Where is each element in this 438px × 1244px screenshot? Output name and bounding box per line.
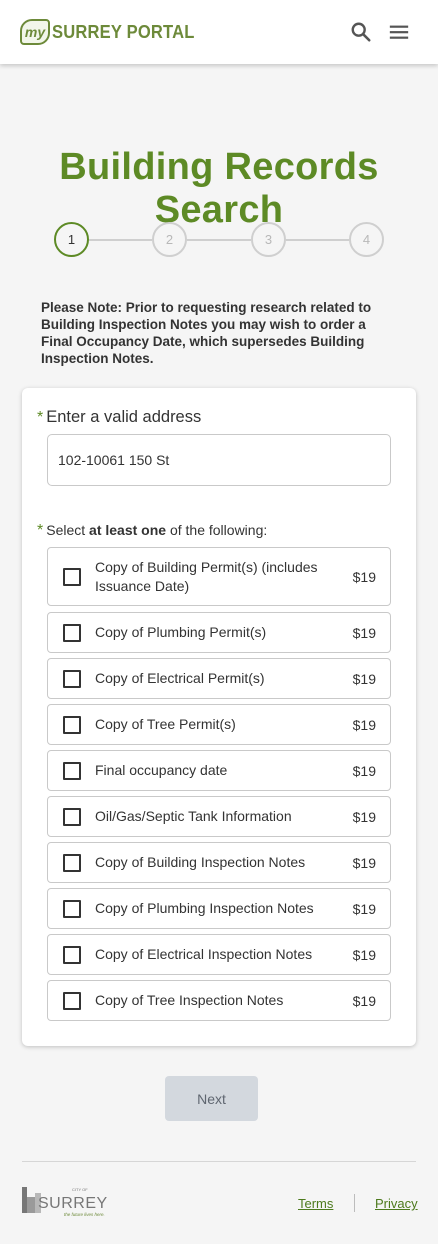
option-label: Copy of Building Inspection Notes <box>95 854 306 870</box>
option-oil-gas-septic[interactable]: Oil/Gas/Septic Tank Information $19 <box>47 796 391 837</box>
option-label: Copy of Electrical Inspection Notes <box>95 946 313 962</box>
option-label: Copy of Tree Permit(s) <box>95 716 236 732</box>
option-price: $19 <box>352 762 376 779</box>
option-building-inspection-notes[interactable]: Copy of Building Inspection Notes $19 <box>47 842 391 883</box>
next-button[interactable]: Next <box>165 1076 258 1121</box>
step-2: 2 <box>152 222 187 257</box>
option-label: Copy of Plumbing Permit(s) <box>95 624 267 640</box>
top-navigation-bar: my SURREY PORTAL <box>0 0 438 64</box>
option-label: Final occupancy date <box>95 762 228 778</box>
required-marker: * <box>37 409 44 426</box>
address-label-text: Enter a valid address <box>46 408 202 426</box>
progress-stepper: 1 2 3 4 <box>54 222 384 258</box>
checkbox[interactable] <box>63 623 81 642</box>
option-label: Copy of Plumbing Inspection Notes <box>95 900 314 916</box>
option-plumbing-inspection-notes[interactable]: Copy of Plumbing Inspection Notes $19 <box>47 888 391 929</box>
select-label-suffix: of the following: <box>166 522 268 538</box>
stepper-connector <box>89 239 152 241</box>
option-price: $19 <box>352 854 376 871</box>
option-plumbing-permits[interactable]: Copy of Plumbing Permit(s) $19 <box>47 612 391 653</box>
option-tree-inspection-notes[interactable]: Copy of Tree Inspection Notes $19 <box>47 980 391 1021</box>
option-price: $19 <box>352 992 376 1009</box>
option-label: Copy of Electrical Permit(s) <box>95 670 265 686</box>
option-tree-permits[interactable]: Copy of Tree Permit(s) $19 <box>47 704 391 745</box>
option-building-permits[interactable]: Copy of Building Permit(s) (includes Iss… <box>47 547 391 606</box>
hamburger-menu-icon[interactable] <box>388 21 410 43</box>
logo-surrey: SURREY <box>38 1195 108 1212</box>
page-title: Building Records Search <box>59 146 379 231</box>
option-label: Copy of Building Permit(s) (includes Iss… <box>95 558 318 594</box>
checkbox[interactable] <box>63 853 81 872</box>
checkbox[interactable] <box>63 807 81 826</box>
search-form-card: *Enter a valid address *Select at least … <box>22 388 416 1046</box>
address-label: * Enter a valid address <box>37 408 201 427</box>
logo-text: SURREY PORTAL <box>52 21 195 42</box>
checkbox[interactable] <box>63 715 81 734</box>
option-price: $19 <box>352 670 376 687</box>
footer-separator <box>354 1194 355 1212</box>
city-of-surrey-logo[interactable]: CITY OF SURREY the future lives here. <box>22 1183 118 1219</box>
option-price: $19 <box>352 568 376 585</box>
option-final-occupancy-date[interactable]: Final occupancy date $19 <box>47 750 391 791</box>
option-price: $19 <box>352 900 376 917</box>
select-options-label: * Select at least one of the following: <box>37 522 267 540</box>
please-note-text: Please Note: Prior to requesting researc… <box>41 300 372 366</box>
search-icon[interactable] <box>350 21 372 43</box>
address-input[interactable] <box>47 434 391 486</box>
step-4: 4 <box>349 222 384 257</box>
required-marker: * <box>37 522 44 539</box>
checkbox[interactable] <box>63 567 81 586</box>
stepper-connector <box>286 239 349 241</box>
option-price: $19 <box>352 716 376 733</box>
option-price: $19 <box>352 808 376 825</box>
step-3: 3 <box>251 222 286 257</box>
option-price: $19 <box>352 946 376 963</box>
select-label-prefix: Select <box>46 522 90 538</box>
checkbox[interactable] <box>63 991 81 1010</box>
privacy-link[interactable]: Privacy <box>375 1196 418 1211</box>
logo-my-badge: my <box>20 19 50 45</box>
checkbox[interactable] <box>63 899 81 918</box>
option-electrical-inspection-notes[interactable]: Copy of Electrical Inspection Notes $19 <box>47 934 391 975</box>
surrey-portal-logo[interactable]: my SURREY PORTAL <box>20 18 207 46</box>
stepper-connector <box>187 239 251 241</box>
logo-city-of: CITY OF <box>72 1187 88 1192</box>
select-label-bold: at least one <box>89 522 167 538</box>
checkbox[interactable] <box>63 761 81 780</box>
checkbox[interactable] <box>63 945 81 964</box>
logo-tagline: the future lives here. <box>64 1212 105 1217</box>
option-label: Oil/Gas/Septic Tank Information <box>95 808 292 824</box>
terms-link[interactable]: Terms <box>298 1196 333 1211</box>
checkbox[interactable] <box>63 669 81 688</box>
step-1: 1 <box>54 222 89 257</box>
option-price: $19 <box>352 624 376 641</box>
footer-divider <box>22 1161 416 1162</box>
option-electrical-permits[interactable]: Copy of Electrical Permit(s) $19 <box>47 658 391 699</box>
option-label: Copy of Tree Inspection Notes <box>95 992 284 1008</box>
